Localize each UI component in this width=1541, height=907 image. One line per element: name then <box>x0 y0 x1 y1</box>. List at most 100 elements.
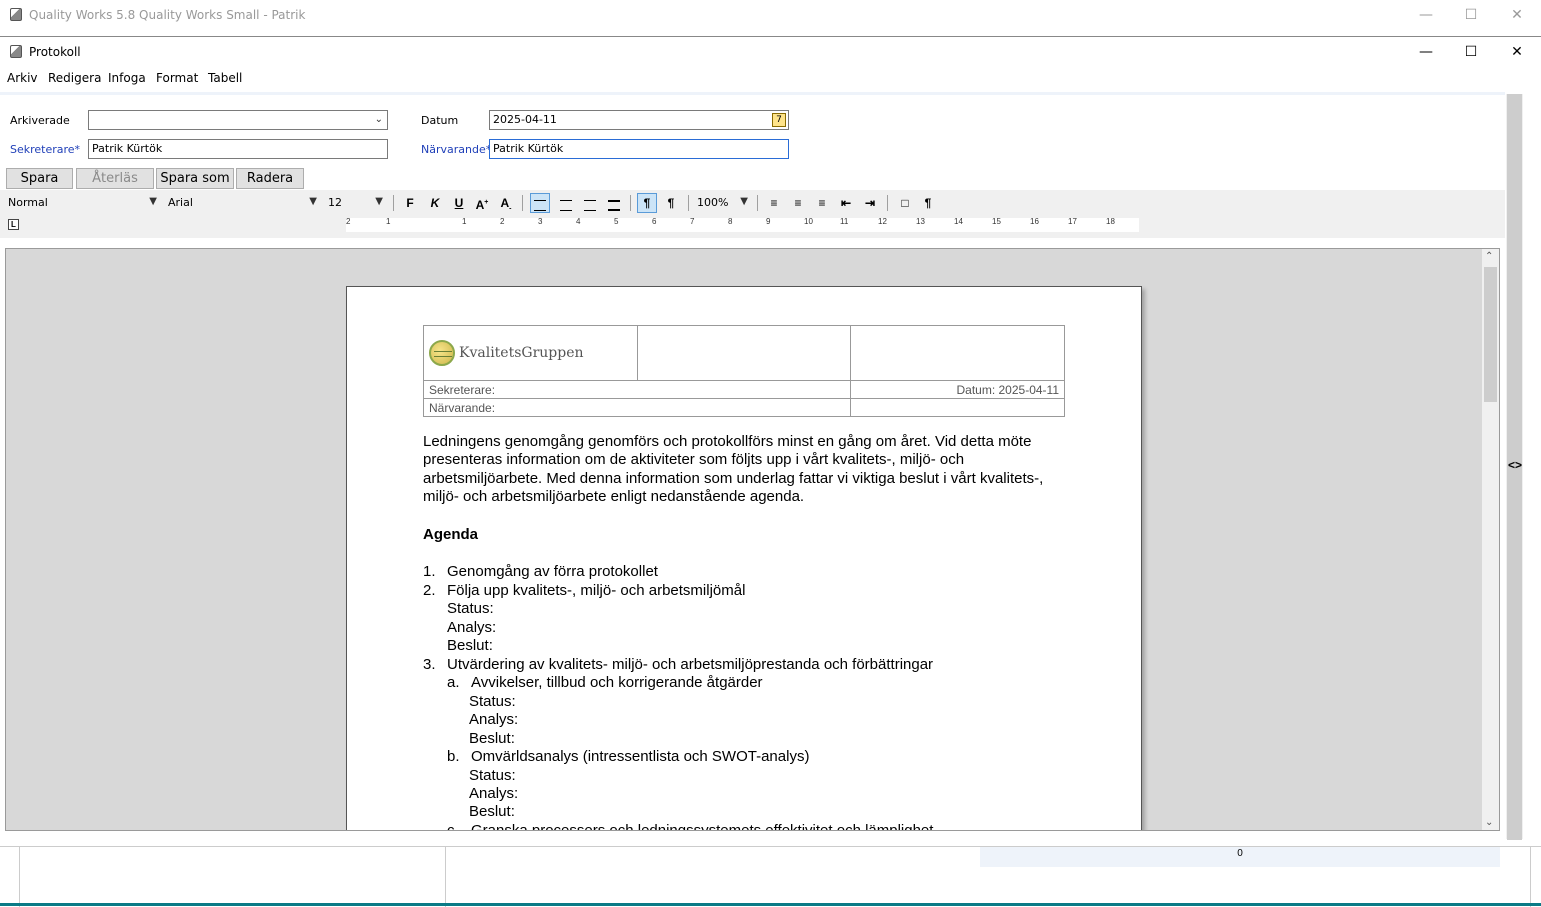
subscript-icon[interactable]: A- <box>496 193 516 213</box>
ruler-number: 11 <box>840 217 849 226</box>
rtl-paragraph-icon[interactable]: ¶ <box>661 193 681 213</box>
outer-window-title: Quality Works 5.8 Quality Works Small - … <box>29 8 306 22</box>
ruler-number: 3 <box>538 217 543 226</box>
arkiverade-dropdown[interactable]: ⌄ <box>88 110 388 130</box>
narvarande-field[interactable]: Patrik Kürtök <box>489 139 789 159</box>
menu-arkiv[interactable]: Arkiv <box>7 71 38 85</box>
zoom-value: 100% <box>697 196 729 209</box>
superscript-icon[interactable]: A+ <box>472 193 492 213</box>
divider <box>19 847 20 907</box>
save-as-button[interactable]: Spara som <box>156 168 234 189</box>
tab-stop-icon[interactable]: L <box>8 219 19 230</box>
outer-close-button[interactable]: ✕ <box>1494 0 1540 30</box>
inner-title-bar: Protokoll — ☐ ✕ <box>0 37 1541 67</box>
chevron-down-icon: ⌄ <box>374 114 383 125</box>
menu-redigera[interactable]: Redigera <box>48 71 101 85</box>
protokoll-icon <box>10 45 22 58</box>
ruler-strip[interactable]: 2 1 1 2 3 4 5 6 7 8 9 10 11 12 13 14 15 … <box>346 217 1139 232</box>
separator <box>630 195 631 211</box>
header-narvarande: Närvarande: <box>422 398 852 417</box>
chevron-down-icon: ▼ <box>375 196 383 207</box>
scroll-up-icon[interactable]: ⌃ <box>1485 251 1493 262</box>
ruler: L 2 1 1 2 3 4 5 6 7 8 9 10 11 12 13 14 1… <box>0 216 1505 238</box>
menu-infoga[interactable]: Infoga <box>108 71 146 85</box>
bold-button[interactable]: F <box>400 193 420 213</box>
italic-button[interactable]: K <box>425 193 445 213</box>
page-layout-icon[interactable]: □ <box>895 193 915 213</box>
save-button[interactable]: Spara <box>6 168 73 189</box>
zoom-select[interactable]: 100% ▼ <box>694 194 752 212</box>
agenda-heading: Agenda <box>423 526 479 543</box>
ruler-number: 7 <box>690 217 695 226</box>
outer-maximize-button[interactable]: ☐ <box>1448 0 1494 30</box>
outer-minimize-button[interactable]: — <box>1403 0 1449 30</box>
increase-indent-icon[interactable]: ⇥ <box>860 193 880 213</box>
app-icon <box>10 8 22 21</box>
arkiverade-label: Arkiverade <box>10 114 70 127</box>
beslut-line: Beslut: <box>469 730 515 747</box>
style-value: Normal <box>8 196 48 209</box>
document-page[interactable]: KvalitetsGruppen Sekreterare: Datum: 202… <box>346 286 1142 831</box>
inner-close-button[interactable]: ✕ <box>1494 37 1540 67</box>
analys-line: Analys: <box>469 711 519 728</box>
ruler-number: 14 <box>954 217 963 226</box>
separator <box>522 195 523 211</box>
sekreterare-field[interactable]: Patrik Kürtök <box>88 139 388 159</box>
header-datum: Datum: 2025-04-11 <box>850 380 1065 399</box>
ruler-number: 10 <box>804 217 813 226</box>
ruler-number: 1 <box>462 217 467 226</box>
scroll-down-icon[interactable]: ⌄ <box>1485 817 1493 828</box>
menu-tabell[interactable]: Tabell <box>208 71 242 85</box>
ruler-number: 18 <box>1106 217 1115 226</box>
ruler-number: 1 <box>386 217 391 226</box>
calendar-icon[interactable]: 7 <box>772 113 786 127</box>
header-cell <box>850 398 1065 417</box>
style-select[interactable]: Normal ▼ <box>5 194 161 212</box>
size-select[interactable]: 12 ▼ <box>325 194 387 212</box>
align-right-icon[interactable] <box>580 193 600 213</box>
inner-minimize-button[interactable]: — <box>1403 37 1449 67</box>
header-table: KvalitetsGruppen Sekreterare: Datum: 202… <box>422 325 1065 417</box>
status-line: Status: <box>469 767 516 784</box>
ruler-number: 17 <box>1068 217 1077 226</box>
scroll-thumb[interactable] <box>1484 267 1497 402</box>
logo-text: KvalitetsGruppen <box>459 345 584 361</box>
ruler-number: 15 <box>992 217 1001 226</box>
list-item: Omvärldsanalys (intressentlista och SWOT… <box>471 748 810 765</box>
separator <box>757 195 758 211</box>
document-scrollbar[interactable]: ⌃ ⌄ <box>1482 249 1499 830</box>
align-justify-icon[interactable] <box>604 193 624 213</box>
ltr-paragraph-icon[interactable]: ¶ <box>637 193 657 213</box>
underline-button[interactable]: U <box>449 193 469 213</box>
inner-maximize-button[interactable]: ☐ <box>1448 37 1494 67</box>
beslut-line: Beslut: <box>447 637 493 654</box>
multilevel-list-icon[interactable]: ≡ <box>812 193 832 213</box>
align-center-icon[interactable] <box>556 193 576 213</box>
status-line: Status: <box>469 693 516 710</box>
bullet-list-icon[interactable]: ≡ <box>788 193 808 213</box>
analys-line: Analys: <box>447 619 497 636</box>
ruler-number: 13 <box>916 217 925 226</box>
format-toolbar: Normal ▼ Arial ▼ 12 ▼ F K U A+ A- ¶ ¶ 10… <box>0 190 1505 216</box>
chevron-down-icon: ▼ <box>309 196 317 207</box>
delete-button[interactable]: Radera <box>236 168 304 189</box>
datum-field[interactable]: 2025-04-11 7 <box>489 110 789 130</box>
splitter-toggle-icon[interactable]: <> <box>1508 458 1522 472</box>
list-number: c. <box>447 822 459 831</box>
align-left-icon[interactable] <box>530 193 550 213</box>
show-formatting-button[interactable]: ¶ <box>918 193 938 213</box>
list-number: 1. <box>423 563 436 580</box>
beslut-line: Beslut: <box>469 803 515 820</box>
menu-bar: Arkiv Redigera Infoga Format Tabell <box>0 69 1541 89</box>
logo-cell: KvalitetsGruppen <box>423 325 638 381</box>
document-viewport[interactable]: KvalitetsGruppen Sekreterare: Datum: 202… <box>5 248 1500 831</box>
menu-format[interactable]: Format <box>156 71 198 85</box>
font-select[interactable]: Arial ▼ <box>165 194 321 212</box>
numbered-list-icon[interactable]: ≡ <box>764 193 784 213</box>
decrease-indent-icon[interactable]: ⇤ <box>836 193 856 213</box>
ruler-number: 2 <box>346 217 351 226</box>
outer-title-bar: Quality Works 5.8 Quality Works Small - … <box>0 0 1541 30</box>
ruler-number: 16 <box>1030 217 1039 226</box>
globe-icon <box>429 340 455 366</box>
restore-button[interactable]: Återläs <box>76 168 154 189</box>
